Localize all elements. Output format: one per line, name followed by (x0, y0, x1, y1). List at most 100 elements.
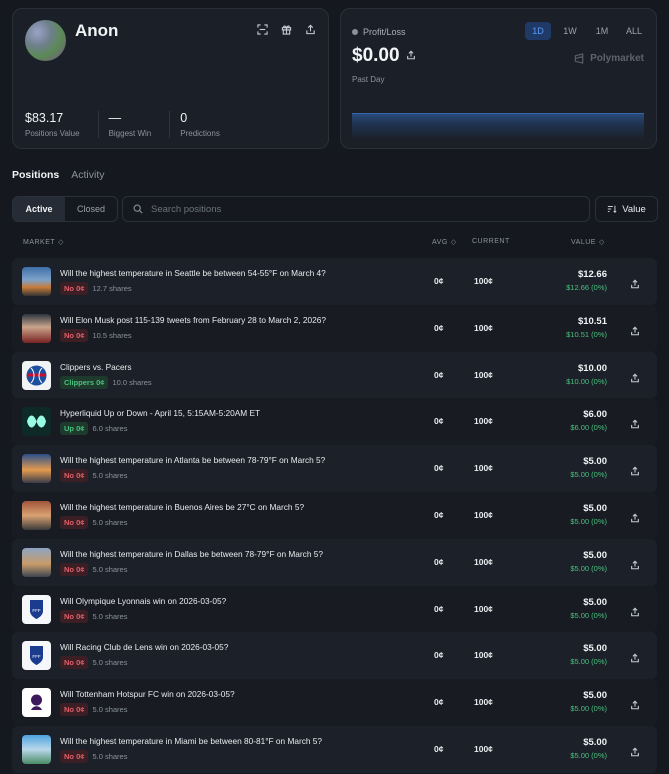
avg-price: 0¢ (434, 743, 444, 754)
share-icon[interactable] (630, 510, 640, 523)
outcome-badge: No 0¢ (60, 328, 89, 342)
position-meta: No 0¢ 10.5 shares (60, 328, 132, 342)
outcome-badge: No 0¢ (60, 515, 89, 529)
column-value[interactable]: VALUE ◇ (571, 238, 605, 247)
shares-count: 5.0 shares (92, 564, 128, 574)
position-meta: Clippers 0¢ 10.0 shares (60, 375, 152, 389)
market-title[interactable]: Will the highest temperature in Dallas b… (60, 549, 323, 559)
market-thumbnail (22, 360, 51, 390)
position-meta: No 0¢ 5.0 shares (60, 515, 127, 529)
market-title[interactable]: Will the highest temperature in Miami be… (60, 736, 322, 746)
tab-positions[interactable]: Positions (12, 169, 59, 181)
position-row[interactable]: Will Elon Musk post 115-139 tweets from … (12, 304, 657, 352)
range-tab-1m[interactable]: 1M (589, 22, 615, 40)
market-title[interactable]: Will Elon Musk post 115-139 tweets from … (60, 315, 326, 325)
market-thumbnail (22, 454, 51, 484)
pnl-chart (352, 113, 644, 139)
column-avg[interactable]: AVG ◇ (432, 238, 457, 247)
shares-count: 10.5 shares (92, 330, 132, 340)
sort-toggle-icon: ◇ (598, 239, 605, 246)
position-row[interactable]: Will the highest temperature in Buenos A… (12, 491, 657, 539)
position-meta: No 0¢ 12.7 shares (60, 282, 132, 295)
column-market[interactable]: MARKET ◇ (23, 238, 64, 247)
shares-count: 10.0 shares (112, 377, 152, 387)
search-box (122, 196, 590, 222)
gift-icon[interactable] (280, 23, 292, 35)
share-icon[interactable] (630, 697, 640, 710)
filter-closed-button[interactable]: Closed (65, 197, 117, 221)
avatar[interactable] (25, 20, 66, 61)
market-title[interactable]: Will Racing Club de Lens win on 2026-03-… (60, 642, 228, 652)
position-row[interactable]: Will Tottenham Hotspur FC win on 2026-03… (12, 679, 657, 726)
shares-count: 6.0 shares (92, 424, 128, 434)
current-price: 100¢ (474, 697, 493, 708)
market-title[interactable]: Will the highest temperature in Atlanta … (60, 455, 325, 465)
avg-price: 0¢ (434, 556, 444, 567)
position-row[interactable]: Will the highest temperature in Miami be… (12, 725, 657, 773)
outcome-badge: Up 0¢ (60, 422, 89, 436)
sort-button[interactable]: Value (595, 196, 658, 222)
avg-price: 0¢ (434, 276, 444, 286)
position-row[interactable]: FFF Will Racing Club de Lens win on 2026… (12, 632, 657, 680)
shares-count: 5.0 shares (92, 611, 128, 621)
pnl-period: Past Day (352, 75, 385, 84)
position-row[interactable]: Hyperliquid Up or Down - April 15, 5:15A… (12, 398, 657, 446)
search-input[interactable] (151, 203, 571, 215)
range-tab-all[interactable]: ALL (621, 22, 647, 40)
pnl-label: Profit/Loss (352, 27, 406, 37)
avg-price: 0¢ (434, 416, 444, 427)
avg-price: 0¢ (434, 509, 444, 520)
share-icon[interactable] (304, 23, 316, 35)
market-thumbnail (22, 688, 51, 718)
profile-stats: $83.17 Positions Value — Biggest Win 0 P… (25, 111, 238, 138)
avg-price: 0¢ (434, 322, 444, 333)
position-meta: No 0¢ 5.0 shares (60, 609, 128, 623)
share-icon[interactable] (630, 650, 640, 663)
share-icon[interactable] (630, 557, 640, 570)
position-meta: No 0¢ 5.0 shares (60, 469, 127, 483)
share-icon[interactable] (630, 744, 640, 757)
brand-logo: Polymarket (574, 53, 644, 64)
share-icon[interactable] (630, 604, 640, 616)
range-tab-1d[interactable]: 1D (525, 22, 551, 40)
share-icon[interactable] (630, 276, 640, 289)
position-row[interactable]: FFF Will Olympique Lyonnais win on 2026-… (12, 585, 657, 633)
filter-active-button[interactable]: Active (13, 197, 65, 221)
share-icon[interactable] (630, 416, 640, 429)
main-tabs: Positions Activity (12, 169, 105, 181)
position-meta: No 0¢ 5.0 shares (60, 703, 127, 717)
pnl-share-icon[interactable] (406, 49, 416, 63)
status-dot-icon (352, 29, 358, 35)
position-row[interactable]: Will the highest temperature in Dallas b… (12, 538, 657, 586)
search-icon (133, 204, 143, 214)
market-title[interactable]: Will the highest temperature in Buenos A… (60, 502, 304, 512)
shares-count: 12.7 shares (92, 284, 132, 293)
positions-list: Will the highest temperature in Seattle … (12, 258, 657, 773)
share-icon[interactable] (630, 463, 640, 476)
market-thumbnail (22, 313, 51, 343)
outcome-badge: No 0¢ (60, 282, 89, 295)
current-price: 100¢ (474, 743, 493, 754)
market-title[interactable]: Will Olympique Lyonnais win on 2026-03-0… (60, 596, 226, 606)
position-row[interactable]: Clippers vs. Pacers Clippers 0¢ 10.0 sha… (12, 351, 657, 399)
range-tab-1w[interactable]: 1W (557, 22, 583, 40)
avg-price: 0¢ (434, 603, 444, 614)
market-thumbnail (22, 500, 51, 530)
position-row[interactable]: Will the highest temperature in Seattle … (12, 258, 657, 305)
pnl-value: $0.00 (352, 45, 416, 67)
position-value: $5.00 $5.00 (0%) (570, 736, 607, 760)
avg-price: 0¢ (434, 463, 444, 474)
sort-icon (608, 205, 617, 214)
position-value: $10.00 $10.00 (0%) (566, 362, 607, 386)
market-title[interactable]: Will Tottenham Hotspur FC win on 2026-03… (60, 689, 235, 699)
tab-activity[interactable]: Activity (71, 169, 104, 181)
market-thumbnail: FFF (22, 594, 51, 624)
position-row[interactable]: Will the highest temperature in Atlanta … (12, 445, 657, 492)
qr-scan-icon[interactable] (256, 23, 268, 35)
market-title[interactable]: Hyperliquid Up or Down - April 15, 5:15A… (60, 408, 260, 418)
share-icon[interactable] (630, 370, 640, 382)
market-title[interactable]: Will the highest temperature in Seattle … (60, 268, 326, 278)
market-title[interactable]: Clippers vs. Pacers (60, 362, 131, 372)
share-icon[interactable] (630, 323, 640, 336)
pnl-card: Profit/Loss $0.00 Past Day 1D 1W 1M ALL … (340, 8, 657, 149)
